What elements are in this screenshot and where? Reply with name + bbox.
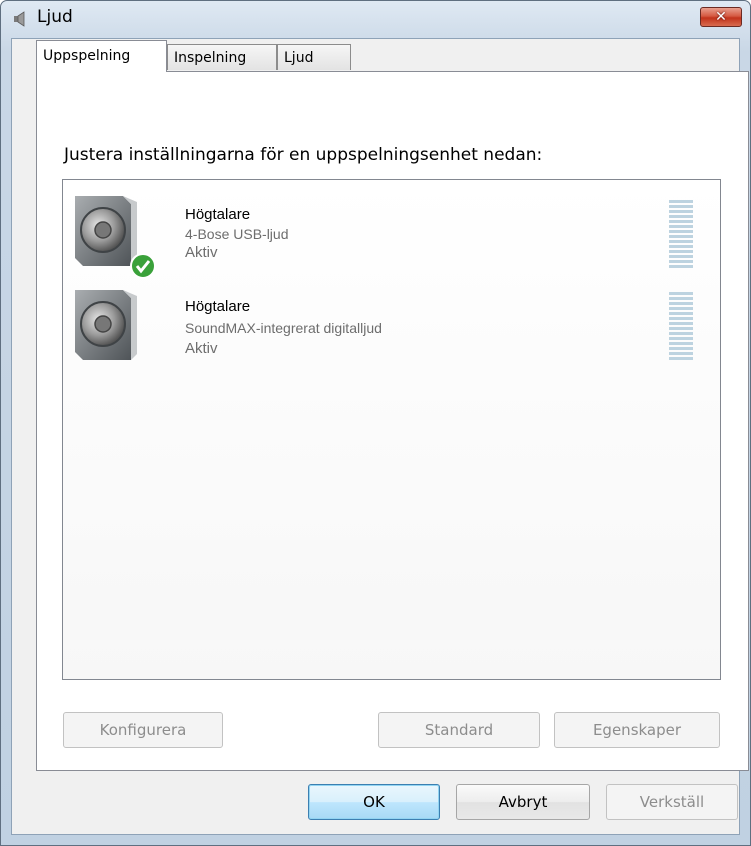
device-description: 4-Bose USB-ljud xyxy=(185,226,289,242)
tab-label: Inspelning xyxy=(174,50,247,66)
instruction-text: Justera inställningarna för en uppspelni… xyxy=(64,145,543,165)
set-default-button[interactable]: Standard xyxy=(378,712,540,748)
device-list[interactable]: Högtalare 4-Bose USB-ljud Aktiv Högtalar… xyxy=(62,179,721,680)
tab-label: Uppspelning xyxy=(43,48,131,64)
list-item[interactable]: Högtalare 4-Bose USB-ljud Aktiv xyxy=(63,184,720,279)
tab-sounds[interactable]: Ljud xyxy=(277,44,351,70)
tab-label: Ljud xyxy=(284,50,314,66)
device-name: Högtalare xyxy=(185,298,251,315)
ok-button[interactable]: OK xyxy=(308,784,440,820)
list-item[interactable]: Högtalare SoundMAX-integrerat digitallju… xyxy=(63,278,720,368)
device-status: Aktiv xyxy=(185,340,218,357)
close-button[interactable]: ✕ xyxy=(700,7,742,27)
tab-recording[interactable]: Inspelning xyxy=(167,44,277,70)
title-bar[interactable]: Ljud ✕ xyxy=(1,1,750,37)
default-check-icon xyxy=(130,253,156,279)
speaker-icon xyxy=(75,290,137,360)
volume-meter xyxy=(669,292,693,362)
apply-button[interactable]: Verkställ xyxy=(606,784,738,820)
device-name: Högtalare xyxy=(185,206,251,223)
configure-button[interactable]: Konfigurera xyxy=(63,712,223,748)
close-icon: ✕ xyxy=(715,9,727,25)
cancel-button[interactable]: Avbryt xyxy=(456,784,590,820)
device-description: SoundMAX-integrerat digitalljud xyxy=(185,320,382,336)
tab-playback[interactable]: Uppspelning xyxy=(36,40,167,72)
speaker-small-icon xyxy=(14,11,25,27)
volume-meter xyxy=(669,200,693,270)
window-title: Ljud xyxy=(37,7,73,27)
device-status: Aktiv xyxy=(185,244,218,261)
properties-button[interactable]: Egenskaper xyxy=(554,712,720,748)
